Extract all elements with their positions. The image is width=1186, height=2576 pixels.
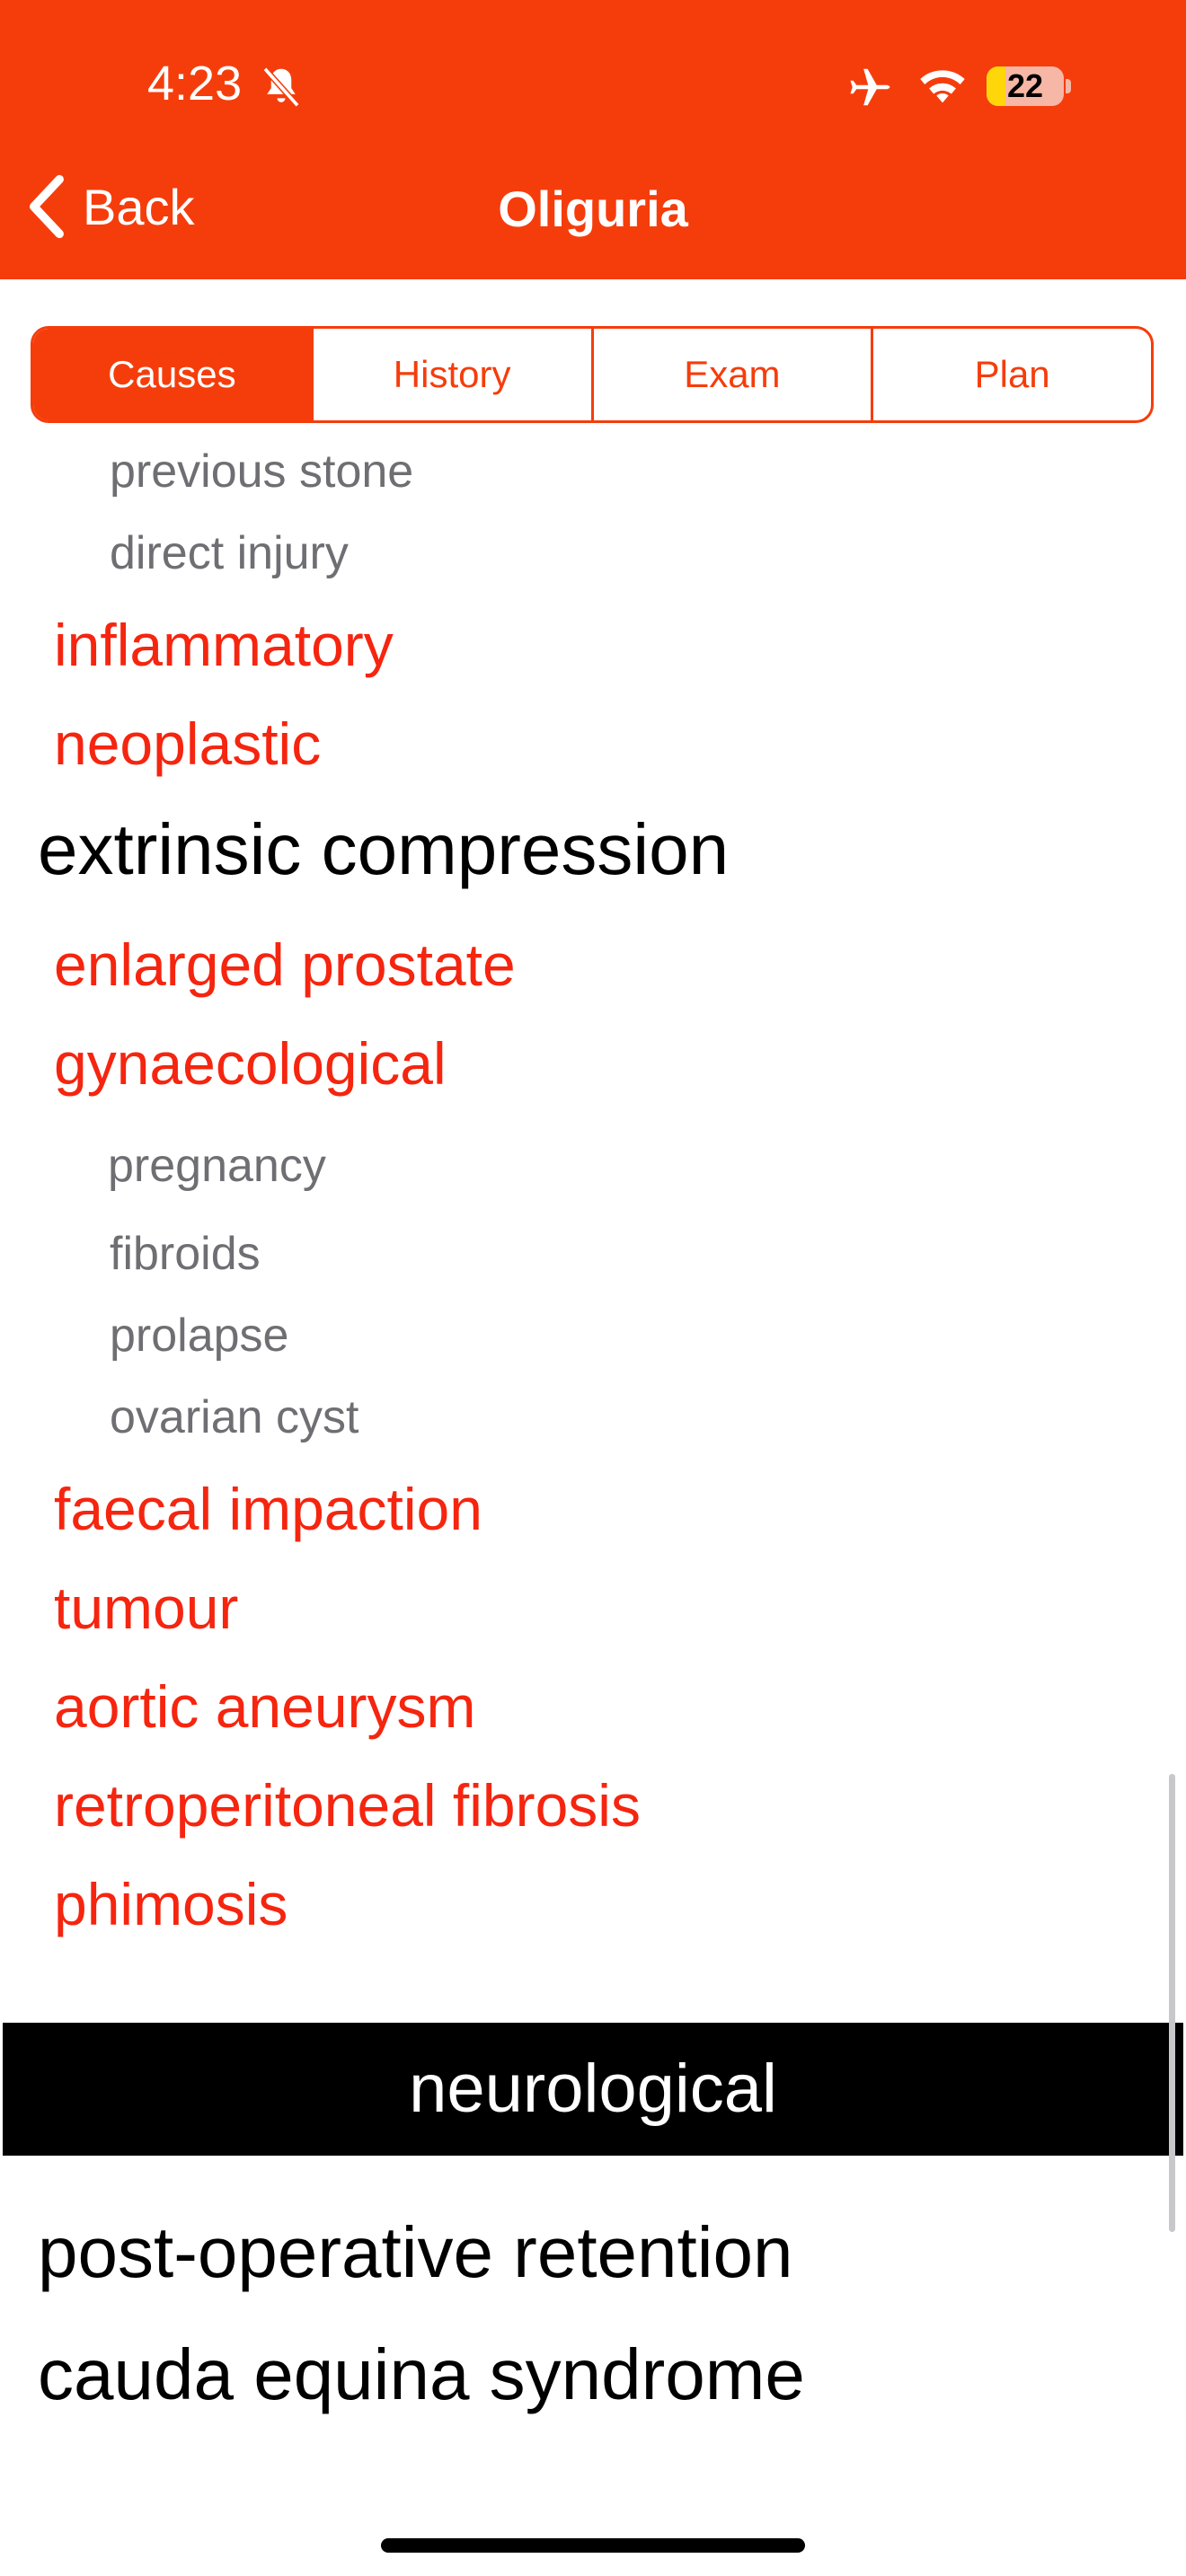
segmented-control: Causes History Exam Plan bbox=[31, 326, 1154, 423]
heading-cauda-equina-syndrome: cauda equina syndrome bbox=[38, 2334, 805, 2414]
tab-history[interactable]: History bbox=[310, 329, 591, 420]
cause-phimosis[interactable]: phimosis bbox=[54, 1870, 288, 1938]
cause-aortic-aneurysm[interactable]: aortic aneurysm bbox=[54, 1672, 476, 1741]
scrollbar[interactable] bbox=[1169, 1774, 1175, 2232]
cause-gynaecological[interactable]: gynaecological bbox=[54, 1029, 447, 1098]
tab-exam[interactable]: Exam bbox=[590, 329, 872, 420]
heading-extrinsic-compression: extrinsic compression bbox=[38, 809, 730, 889]
cause-tumour[interactable]: tumour bbox=[54, 1574, 238, 1642]
tab-causes[interactable]: Causes bbox=[33, 329, 311, 420]
battery-cap bbox=[1066, 79, 1071, 93]
list-item-direct-injury: direct injury bbox=[110, 527, 349, 579]
cause-retroperitoneal-fibrosis[interactable]: retroperitoneal fibrosis bbox=[54, 1771, 641, 1839]
list-item-ovarian-cyst: ovarian cyst bbox=[110, 1391, 359, 1443]
list-item-prolapse: prolapse bbox=[110, 1310, 289, 1362]
list-item-previous-stone: previous stone bbox=[110, 446, 414, 498]
cause-faecal-impaction[interactable]: faecal impaction bbox=[54, 1475, 482, 1543]
nav-header: 4:23 22 Back Oliguria bbox=[0, 0, 1186, 279]
section-header-neurological: neurological bbox=[3, 2023, 1183, 2156]
wifi-icon bbox=[920, 70, 965, 103]
home-indicator[interactable] bbox=[381, 2538, 805, 2553]
airplane-icon bbox=[850, 68, 890, 106]
cause-neoplastic[interactable]: neoplastic bbox=[54, 710, 321, 778]
battery-icon: 22 bbox=[987, 66, 1064, 106]
status-time: 4:23 bbox=[147, 57, 243, 110]
heading-post-operative-retention: post-operative retention bbox=[38, 2212, 793, 2292]
list-item-fibroids: fibroids bbox=[110, 1228, 261, 1280]
cause-enlarged-prostate[interactable]: enlarged prostate bbox=[54, 931, 516, 999]
bell-slash-icon bbox=[262, 66, 300, 108]
tab-plan[interactable]: Plan bbox=[871, 329, 1151, 420]
battery-level: 22 bbox=[1006, 67, 1044, 104]
page-title: Oliguria bbox=[498, 181, 688, 237]
cause-inflammatory[interactable]: inflammatory bbox=[54, 611, 394, 679]
list-item-pregnancy: pregnancy bbox=[108, 1140, 326, 1192]
